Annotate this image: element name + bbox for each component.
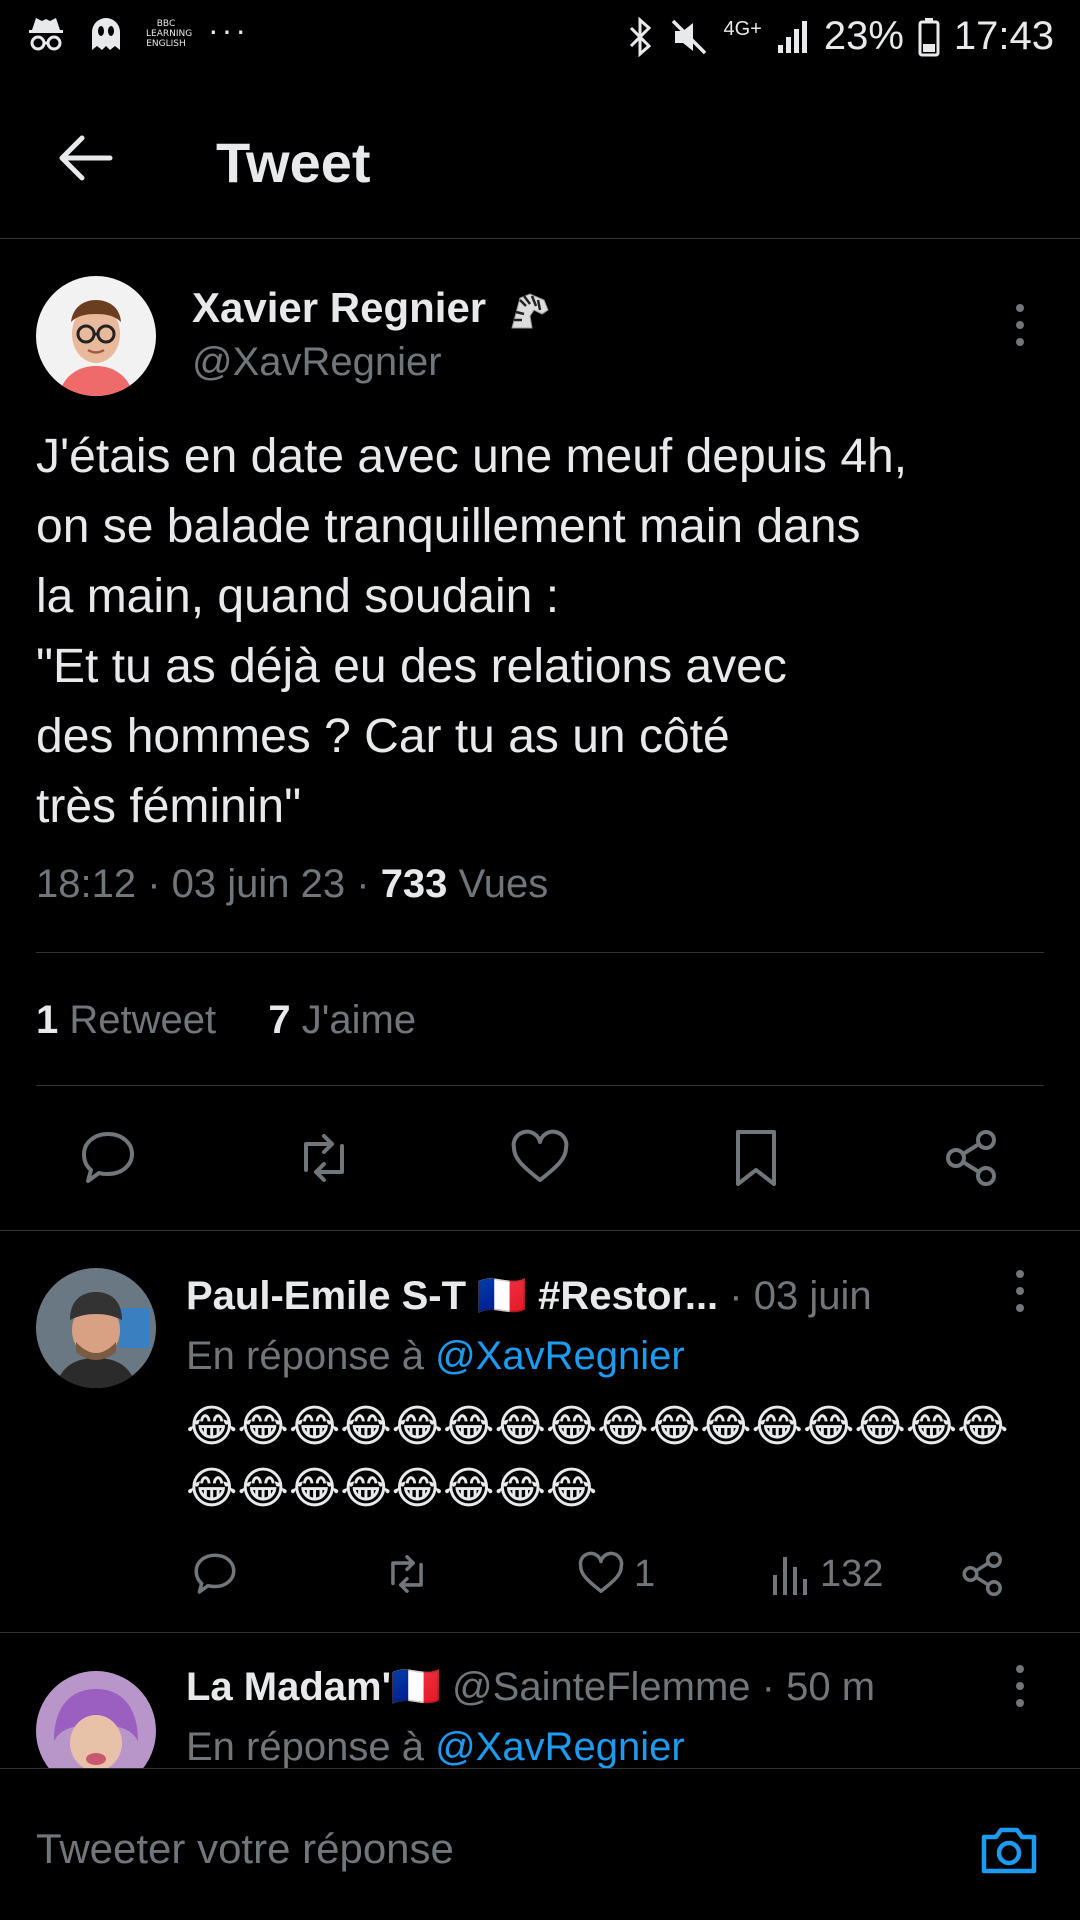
- tweet-meta: 18:12 · 03 juin 23 · 733 Vues: [36, 862, 549, 906]
- arrow-left-icon: [50, 124, 120, 194]
- retweet-label: Retweet: [69, 998, 217, 1042]
- camera-button[interactable]: [978, 1819, 1040, 1881]
- bookmark-button[interactable]: [724, 1126, 788, 1190]
- ghost-icon: [88, 14, 124, 54]
- comment-icon: [190, 1549, 240, 1599]
- reply-avatar[interactable]: [36, 1671, 156, 1768]
- tweet-stats: 1 Retweet 7 J'aime: [36, 998, 416, 1043]
- reply-mention-link[interactable]: @XavRegnier: [435, 1725, 685, 1768]
- reply-like-button[interactable]: 1: [576, 1548, 655, 1600]
- mute-icon: [669, 17, 709, 57]
- more-vertical-icon: [1010, 1663, 1030, 1709]
- share-icon: [940, 1126, 1004, 1190]
- reply-retweet-button[interactable]: [382, 1548, 432, 1600]
- like-count: 7: [268, 998, 291, 1042]
- clock: 17:43: [953, 14, 1054, 58]
- retweets-stat[interactable]: 1 Retweet: [36, 998, 227, 1042]
- comment-icon: [76, 1126, 140, 1190]
- reply-share-button[interactable]: [958, 1548, 1008, 1600]
- like-button[interactable]: [508, 1126, 572, 1190]
- tweet-date: 03 juin 23: [171, 862, 346, 906]
- back-button[interactable]: [50, 124, 120, 194]
- page-title: Tweet: [216, 131, 371, 194]
- reply-composer: Tweeter votre réponse: [0, 1768, 1080, 1919]
- bluetooth-icon: [625, 16, 655, 58]
- reply-text-line: 😂😂😂😂😂😂😂😂: [186, 1464, 598, 1513]
- network-type: 4G+: [723, 18, 762, 40]
- incognito-icon: [26, 14, 66, 54]
- retweet-icon: [382, 1549, 432, 1599]
- reply-text: 😂😂😂😂😂😂😂😂😂😂😂😂😂😂😂😂 😂😂😂😂😂😂😂😂: [186, 1396, 1066, 1520]
- share-button[interactable]: [940, 1126, 1004, 1190]
- app-header: Tweet: [0, 80, 1080, 239]
- author-handle[interactable]: @XavRegnier: [192, 340, 442, 385]
- reply-views-count: 132: [820, 1552, 884, 1595]
- more-vertical-icon: [1010, 302, 1030, 348]
- author-avatar[interactable]: [36, 276, 156, 396]
- reply-input[interactable]: Tweeter votre réponse: [36, 1825, 454, 1873]
- author-name-text: Xavier Regnier: [192, 284, 487, 331]
- reply-time: 03 juin: [753, 1274, 872, 1318]
- retweet-count: 1: [36, 998, 59, 1042]
- reply-avatar[interactable]: [36, 1268, 156, 1388]
- reply-header: Paul-Emile S-T 🇫🇷 #Restor... · 03 juin: [186, 1274, 872, 1318]
- divider: [0, 1230, 1080, 1231]
- reply-button[interactable]: [76, 1126, 140, 1190]
- reply-text-line: 😂😂😂😂😂😂😂😂😂😂😂😂😂😂😂😂: [186, 1402, 1009, 1451]
- more-vertical-icon: [1010, 1268, 1030, 1314]
- more-notifications-icon: ···: [208, 11, 249, 48]
- divider: [36, 1085, 1044, 1086]
- signal-icon: [776, 19, 810, 55]
- views-count: 733: [380, 862, 448, 906]
- share-icon: [958, 1549, 1008, 1599]
- analytics-icon: [770, 1549, 812, 1599]
- retweet-button[interactable]: [292, 1126, 356, 1190]
- reply-item: La Madam'🇫🇷 @SainteFlemme · 50 m En répo…: [0, 1633, 1080, 1768]
- reply-context: En réponse à @XavRegnier: [186, 1725, 685, 1768]
- status-bar: BBC LEARNING ENGLISH ··· 4G+ 23% 17:43: [0, 0, 1080, 78]
- reply-prefix: En réponse à: [186, 1334, 424, 1378]
- views-label: Vues: [458, 862, 549, 906]
- reply-context: En réponse à @XavRegnier: [186, 1334, 685, 1379]
- reply-author-handle[interactable]: @SainteFlemme: [452, 1665, 750, 1709]
- bbc-learning-english-icon: BBC LEARNING ENGLISH: [146, 19, 193, 49]
- reply-header: La Madam'🇫🇷 @SainteFlemme · 50 m: [186, 1665, 876, 1709]
- reply-like-count: 1: [634, 1552, 656, 1595]
- heart-icon: [508, 1126, 572, 1190]
- camera-icon: [978, 1819, 1040, 1881]
- tweet-text: J'étais en date avec une meuf depuis 4h,…: [36, 430, 908, 833]
- like-label: J'aime: [301, 998, 417, 1042]
- likes-stat[interactable]: 7 J'aime: [268, 998, 416, 1042]
- reply-more-button[interactable]: [1010, 1268, 1030, 1314]
- battery-icon: [918, 17, 940, 57]
- reply-time: 50 m: [786, 1665, 876, 1709]
- bookmark-icon: [724, 1126, 788, 1190]
- divider: [36, 952, 1044, 953]
- status-bar-system: 4G+ 23% 17:43: [625, 14, 1054, 59]
- status-bar-notifications: BBC LEARNING ENGLISH ···: [26, 11, 249, 54]
- reply-reply-button[interactable]: [190, 1548, 240, 1600]
- retweet-icon: [292, 1126, 356, 1190]
- battery-level: 23%: [823, 14, 904, 58]
- reply-author-name[interactable]: Paul-Emile S-T 🇫🇷 #Restor...: [186, 1274, 718, 1318]
- heart-icon: [576, 1549, 626, 1599]
- reply-mention-link[interactable]: @XavRegnier: [435, 1334, 685, 1378]
- reply-prefix: En réponse à: [186, 1725, 424, 1768]
- tweet-more-button[interactable]: [1010, 302, 1030, 348]
- reply-author-name[interactable]: La Madam'🇫🇷: [186, 1665, 441, 1709]
- tweet-time: 18:12: [36, 862, 137, 906]
- reply-more-button[interactable]: [1010, 1663, 1030, 1709]
- reply-views-button[interactable]: 132: [770, 1548, 883, 1600]
- zebra-icon: [506, 288, 552, 334]
- author-name[interactable]: Xavier Regnier: [192, 284, 552, 334]
